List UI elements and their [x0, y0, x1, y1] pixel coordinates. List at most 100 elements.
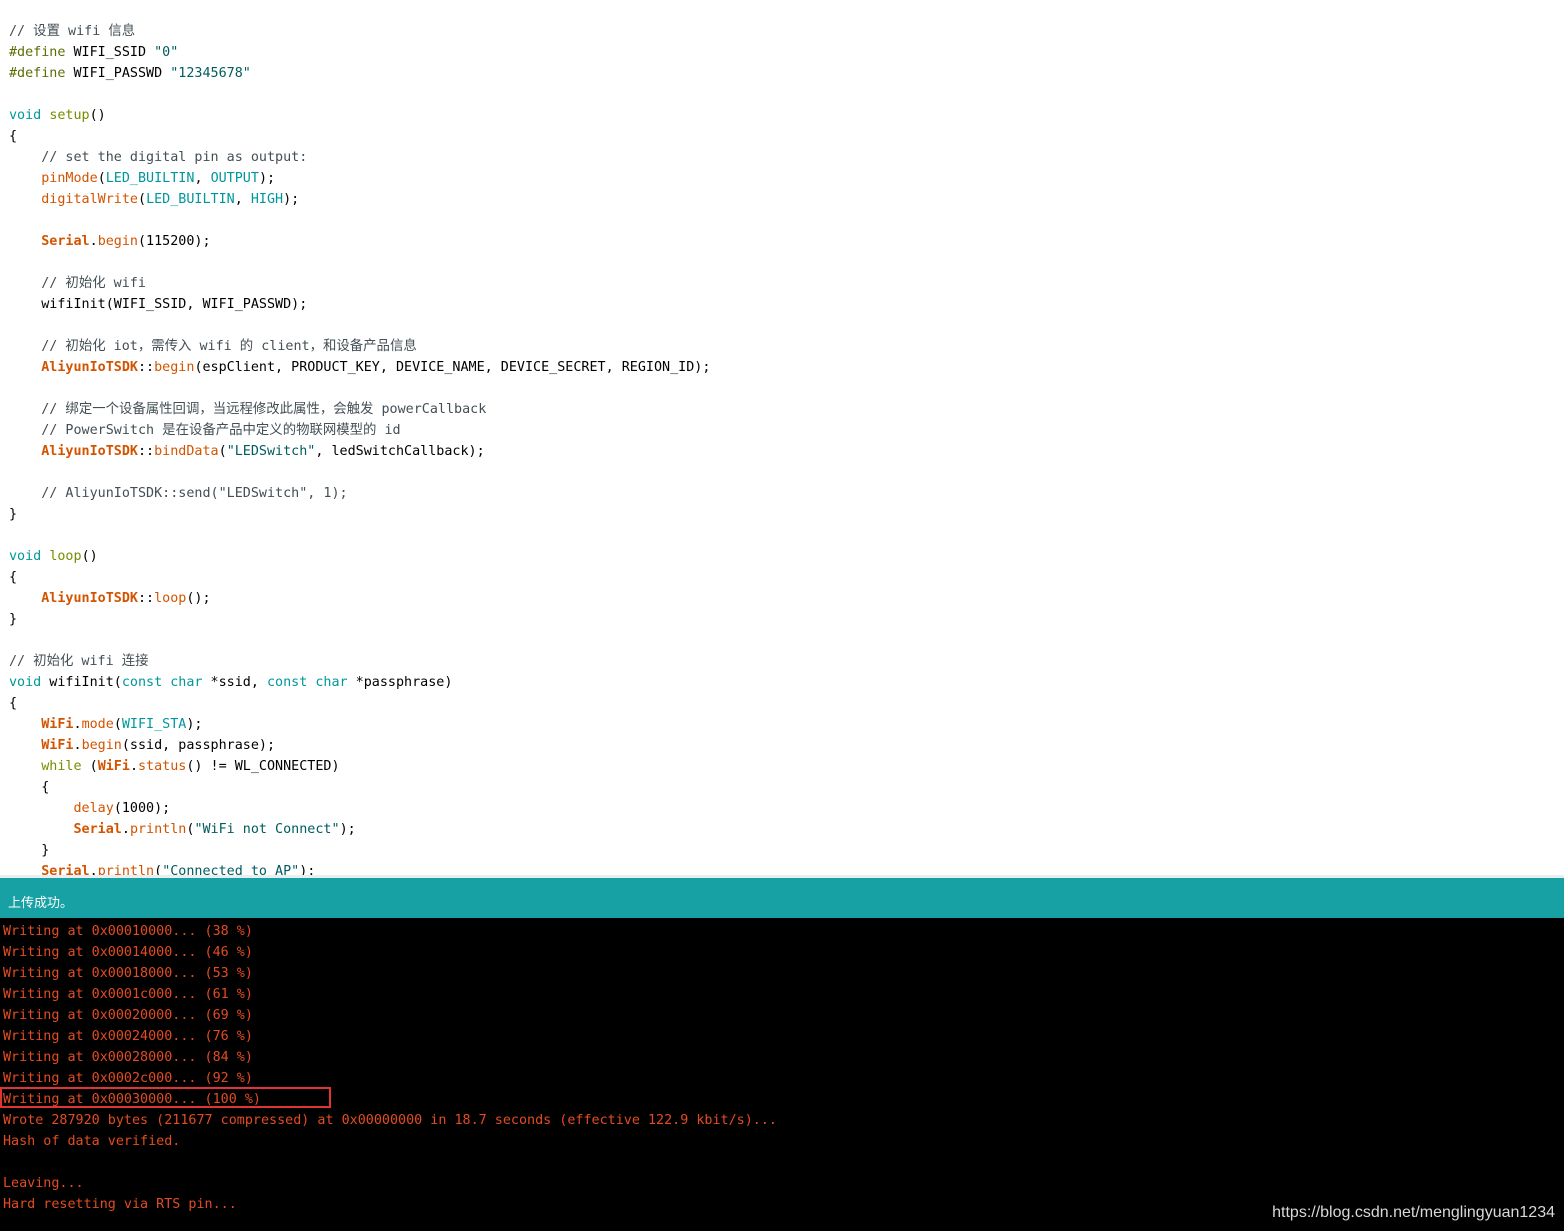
- code-token: bindData: [154, 444, 219, 459]
- code-token: ::: [138, 444, 155, 459]
- code-line: // PowerSwitch 是在设备产品中定义的物联网模型的 id: [9, 420, 710, 441]
- code-line: Serial.println("WiFi not Connect");: [9, 819, 710, 840]
- console-line: Hash of data verified.: [3, 1134, 181, 1149]
- code-token: ::: [138, 591, 155, 606]
- code-token: (): [89, 108, 106, 123]
- code-token: (): [81, 549, 98, 564]
- code-token: .: [89, 234, 98, 249]
- code-line: }: [9, 609, 710, 630]
- code-token: .: [73, 738, 82, 753]
- code-token: LED_BUILTIN: [105, 171, 195, 186]
- code-line: // AliyunIoTSDK::send("LEDSwitch", 1);: [9, 483, 710, 504]
- code-token: while: [41, 759, 82, 774]
- code-token: void: [9, 549, 42, 564]
- code-token: "WiFi not Connect": [194, 822, 340, 837]
- code-token: (ssid, passphrase);: [121, 738, 276, 753]
- code-token: WIFI_SSID: [65, 45, 155, 60]
- code-token: begin: [81, 738, 122, 753]
- console-line: Writing at 0x0001c000... (61 %): [3, 987, 253, 1002]
- code-line: }: [9, 504, 710, 525]
- code-token: }: [9, 612, 18, 627]
- code-token: );: [258, 171, 276, 186]
- code-token: WIFI_STA: [121, 717, 187, 732]
- code-token: );: [283, 192, 300, 207]
- console-output[interactable]: Writing at 0x00010000... (38 %) Writing a…: [0, 918, 1564, 1231]
- console-line: Writing at 0x00028000... (84 %): [3, 1050, 253, 1065]
- code-token: WiFi: [41, 738, 74, 753]
- code-token: ,: [234, 192, 251, 207]
- highlight-box: [0, 1087, 331, 1108]
- watermark: https://blog.csdn.net/menglingyuan1234: [1272, 1204, 1555, 1221]
- code-token: // 初始化 wifi 连接: [9, 654, 149, 669]
- code-token: wifiInit(: [41, 675, 122, 690]
- code-token: // 初始化 wifi: [9, 276, 146, 291]
- code-line: WiFi.mode(WIFI_STA);: [9, 714, 710, 735]
- code-token: );: [186, 717, 203, 732]
- code-token: .: [129, 759, 138, 774]
- code-token: );: [339, 822, 356, 837]
- code-token: LED_BUILTIN: [146, 192, 235, 207]
- code-token: AliyunIoTSDK: [41, 360, 138, 375]
- code-token: digitalWrite: [41, 192, 138, 207]
- console-line: Hard resetting via RTS pin...: [3, 1197, 237, 1212]
- code-token: #define: [9, 66, 66, 81]
- code-token: {: [9, 780, 50, 795]
- code-token: println: [129, 822, 187, 837]
- code-token: WiFi: [41, 717, 74, 732]
- code-token: loop: [154, 591, 187, 606]
- code-token: begin: [154, 360, 195, 375]
- code-token: void: [9, 108, 42, 123]
- code-token: AliyunIoTSDK: [41, 444, 138, 459]
- code-lines: // 设置 wifi 信息 #define WIFI_SSID "0" #defin…: [9, 21, 710, 875]
- code-token: #define: [9, 45, 66, 60]
- code-token: (1000);: [113, 801, 171, 816]
- code-line: void setup(): [9, 105, 710, 126]
- code-line: pinMode(LED_BUILTIN, OUTPUT);: [9, 168, 710, 189]
- code-token: () != WL_CONNECTED): [186, 759, 340, 774]
- code-line: delay(1000);: [9, 798, 710, 819]
- code-line: {: [9, 693, 710, 714]
- code-line: // 初始化 wifi 连接: [9, 651, 710, 672]
- code-token: loop: [49, 549, 82, 564]
- code-line: void loop(): [9, 546, 710, 567]
- code-token: OUTPUT: [210, 171, 259, 186]
- code-token: , ledSwitchCallback);: [315, 444, 485, 459]
- code-token: pinMode: [41, 171, 98, 186]
- code-token: (: [138, 192, 147, 207]
- code-token: WIFI_PASSWD: [65, 66, 171, 81]
- console-lines: Writing at 0x00010000... (38 %) Writing a…: [3, 921, 777, 1215]
- code-token: const: [267, 675, 308, 690]
- code-token: // 设置 wifi 信息: [9, 24, 136, 39]
- code-token: // PowerSwitch 是在设备产品中定义的物联网模型的 id: [9, 423, 401, 438]
- code-token: (: [154, 864, 163, 875]
- code-token: .: [73, 717, 82, 732]
- code-line: AliyunIoTSDK::bindData("LEDSwitch", ledS…: [9, 441, 710, 462]
- code-token: );: [299, 864, 316, 875]
- code-token: (115200);: [138, 234, 211, 249]
- status-message: 上传成功。: [8, 896, 74, 911]
- code-token: setup: [49, 108, 90, 123]
- code-line: // set the digital pin as output:: [9, 147, 710, 168]
- code-line: Serial.println("Connected to AP");: [9, 861, 710, 875]
- console-line: Writing at 0x00010000... (38 %): [3, 924, 253, 939]
- console-line: Writing at 0x0002c000... (92 %): [3, 1071, 253, 1086]
- code-token: wifiInit(WIFI_SSID, WIFI_PASSWD);: [9, 297, 308, 312]
- code-token: ::: [138, 360, 155, 375]
- code-editor[interactable]: // 设置 wifi 信息 #define WIFI_SSID "0" #defin…: [0, 0, 1564, 875]
- code-line: wifiInit(WIFI_SSID, WIFI_PASSWD);: [9, 294, 710, 315]
- code-token: AliyunIoTSDK: [41, 591, 138, 606]
- code-line: #define WIFI_PASSWD "12345678": [9, 63, 710, 84]
- code-line: void wifiInit(const char *ssid, const ch…: [9, 672, 710, 693]
